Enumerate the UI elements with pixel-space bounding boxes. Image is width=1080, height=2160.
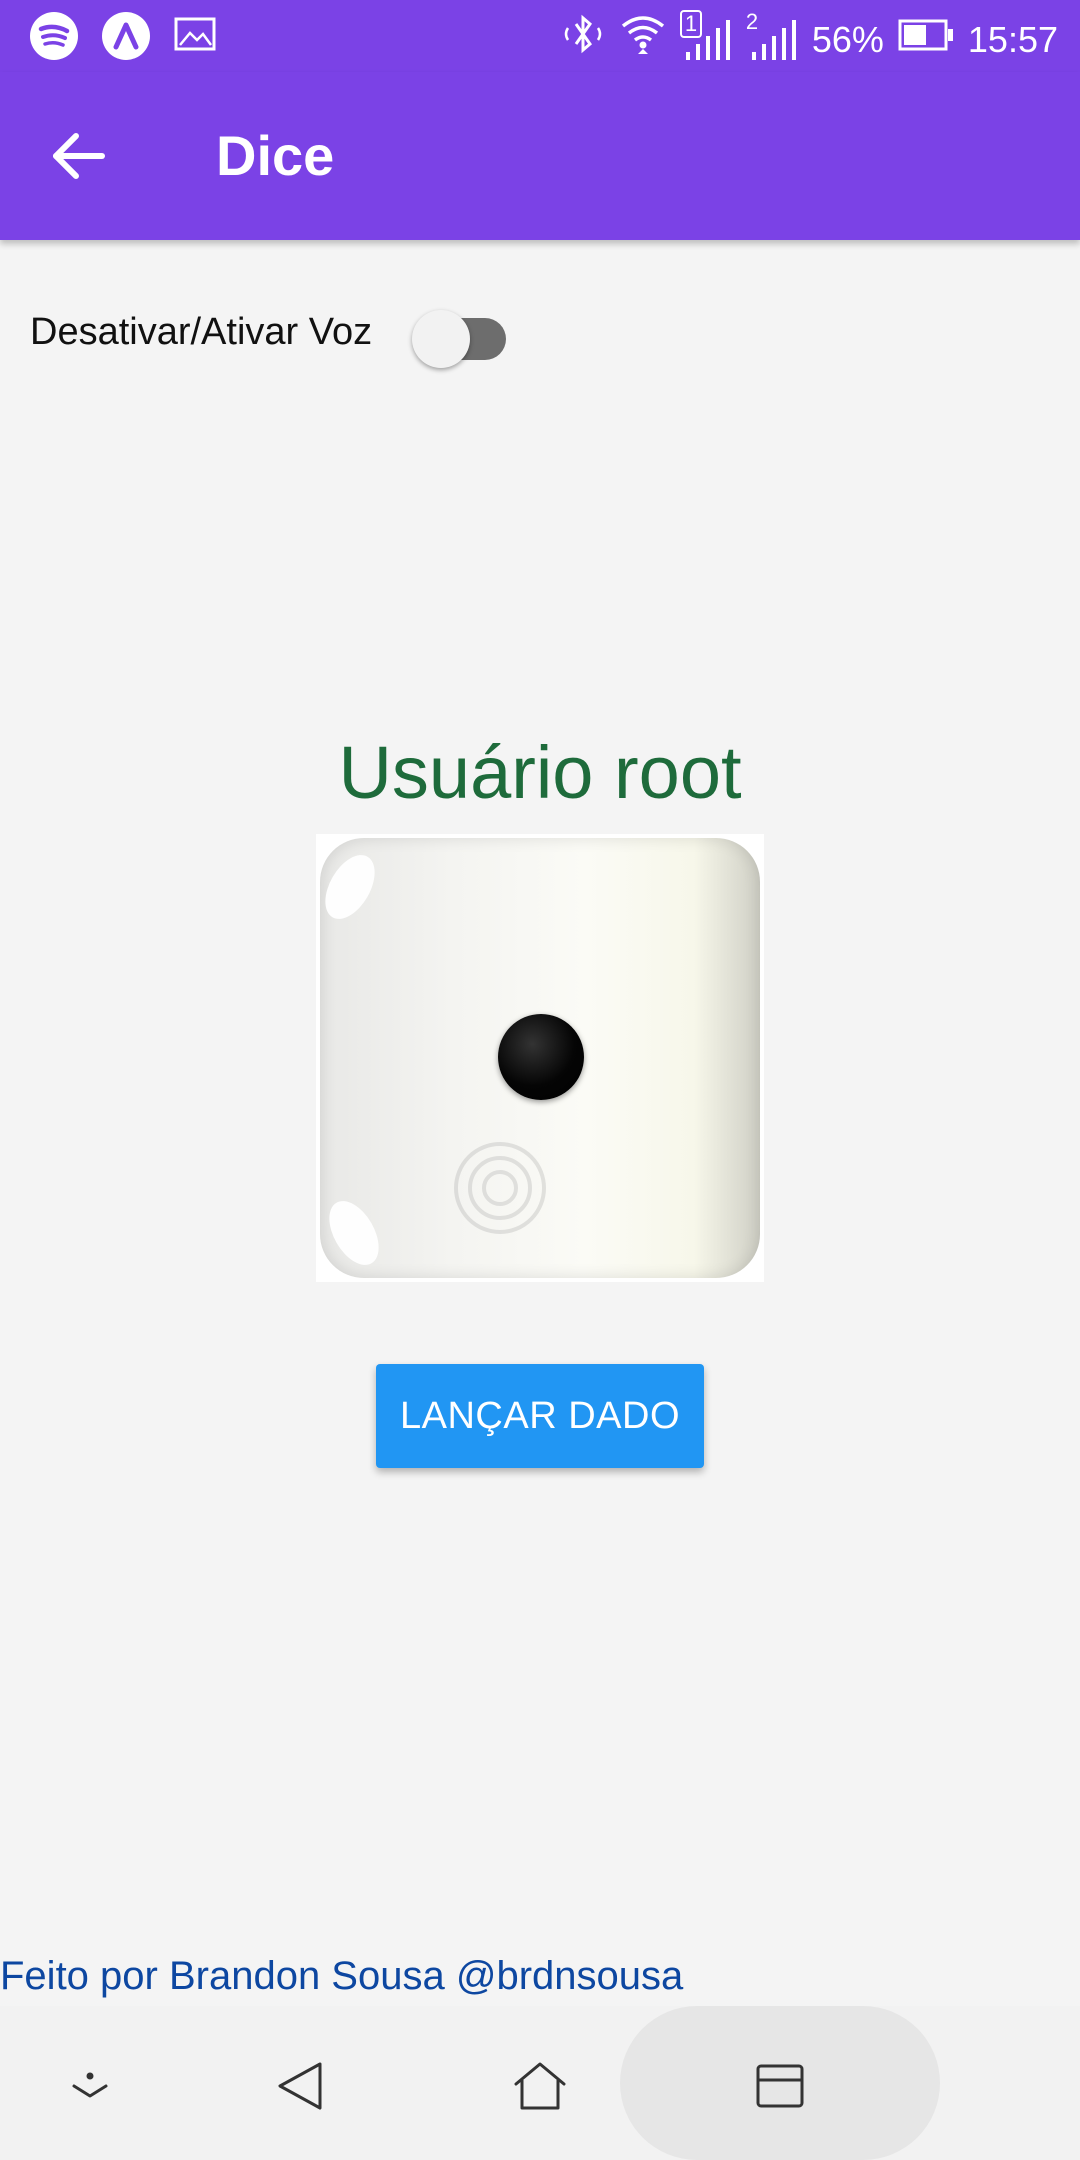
arrow-back-icon — [53, 133, 105, 179]
app-logo-icon — [102, 12, 150, 60]
dice-highlight — [320, 1192, 389, 1274]
dice-face — [320, 838, 760, 1278]
signal-sim2-icon: 2 — [746, 10, 798, 64]
battery-percent: 56% — [811, 19, 884, 60]
clock: 15:57 — [967, 19, 1058, 60]
voice-toggle-row: Desativar/Ativar Voz — [30, 300, 508, 368]
back-button[interactable] — [44, 122, 112, 190]
battery-icon — [898, 16, 954, 64]
back-triangle-icon — [278, 2062, 322, 2110]
roll-dice-button[interactable]: LANÇAR DADO — [376, 1364, 704, 1468]
home-icon — [514, 2062, 566, 2110]
dice-pip — [498, 1014, 584, 1100]
dice-highlight — [320, 846, 385, 928]
user-label: Usuário root — [338, 731, 742, 814]
voice-toggle-label: Desativar/Ativar Voz — [30, 311, 373, 353]
footer-credit: Feito por Brandon Sousa @brdnsousa — [0, 1946, 684, 2006]
bluetooth-icon — [560, 13, 606, 67]
voice-toggle-switch[interactable] — [412, 300, 508, 368]
recents-icon — [756, 2064, 804, 2108]
toggle-thumb — [412, 310, 471, 368]
spotify-icon — [30, 12, 78, 60]
status-system-icons: 1 2 56% 15:57 — [560, 10, 1058, 68]
gallery-icon — [174, 17, 216, 56]
nav-back-button[interactable] — [240, 2026, 360, 2146]
app-bar: Dice — [0, 72, 1080, 240]
app-title: Dice — [216, 124, 335, 187]
watermark-swirl-icon — [454, 1142, 546, 1234]
nav-home-button[interactable] — [480, 2026, 600, 2146]
screen: 1 2 56% 15:57 Dice Desativar/Ativar Voz … — [0, 0, 1080, 2160]
status-bar: 1 2 56% 15:57 — [0, 0, 1080, 72]
dice-image — [316, 834, 764, 1282]
wifi-icon — [620, 12, 666, 68]
status-notification-icons — [30, 12, 216, 60]
signal-sim1-icon: 1 — [679, 10, 732, 64]
notifications-down-icon — [72, 2072, 108, 2098]
notifications-down-button[interactable] — [30, 2026, 150, 2146]
navigation-bar — [0, 2006, 1080, 2160]
nav-recents-button[interactable] — [720, 2026, 840, 2146]
